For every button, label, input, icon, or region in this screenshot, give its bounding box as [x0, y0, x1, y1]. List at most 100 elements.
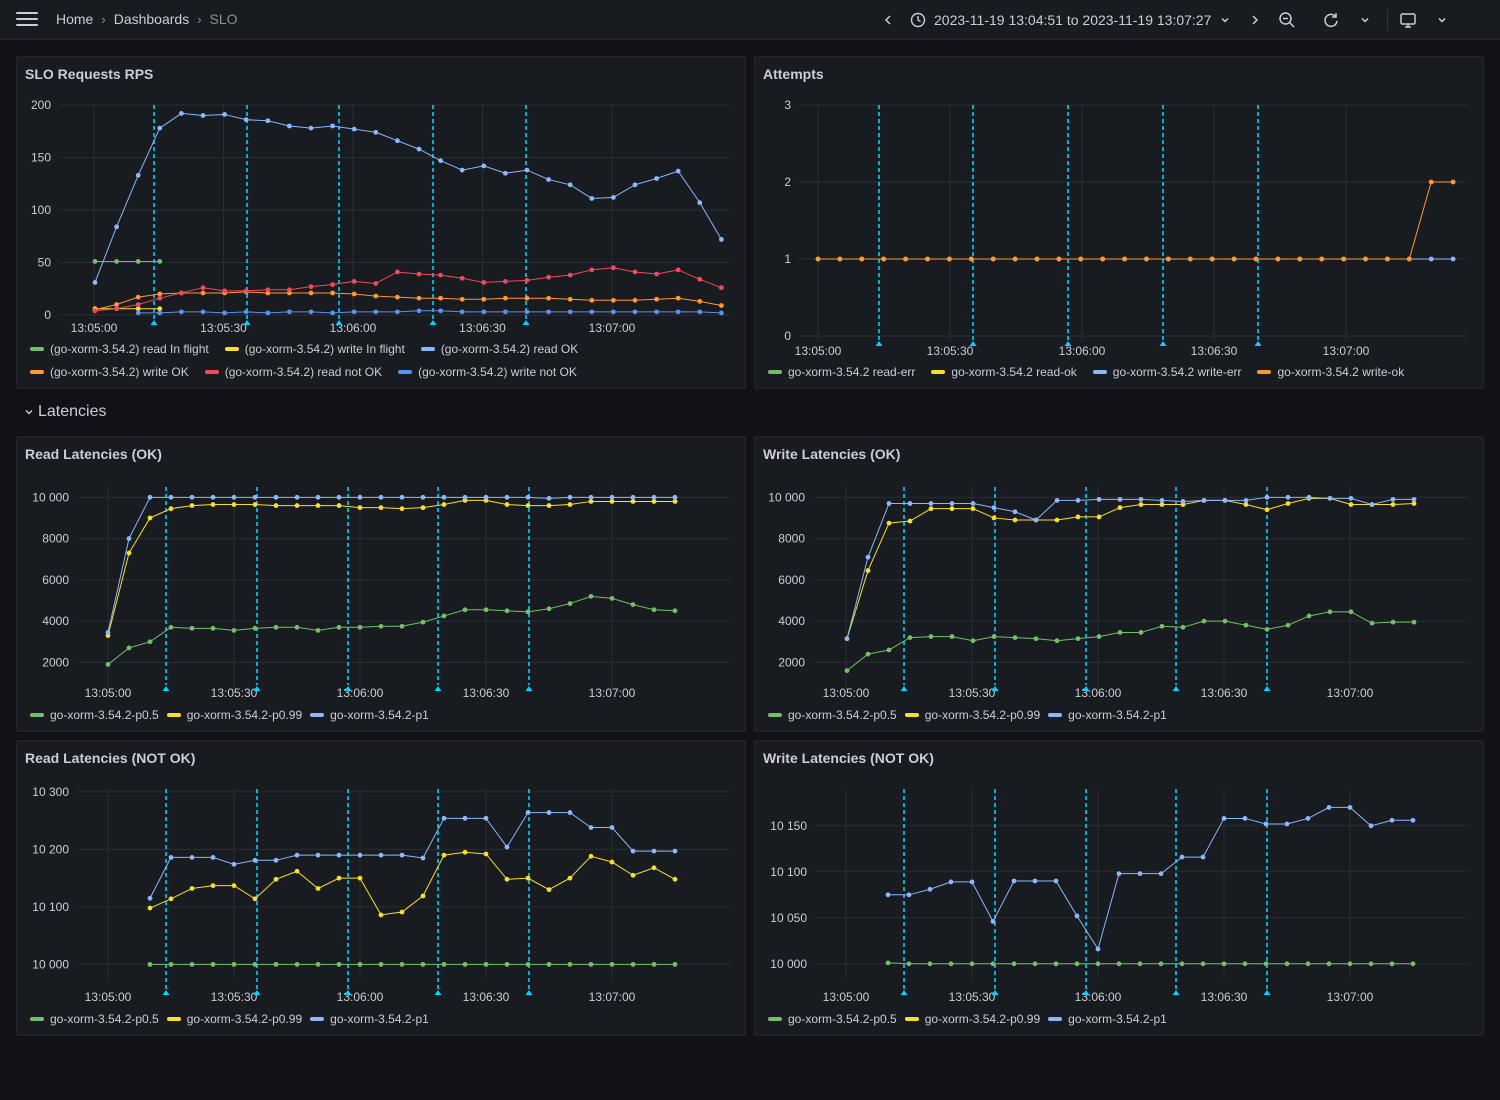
- legend-item[interactable]: (go-xorm-3.54.2) write OK: [30, 364, 189, 379]
- data-point: [483, 851, 489, 857]
- series-line: [107, 496, 675, 633]
- y-tick-label: 10 000: [32, 957, 69, 971]
- legend-item[interactable]: go-xorm-3.54.2-p0.5: [30, 1011, 159, 1026]
- data-point: [611, 297, 616, 303]
- refresh-button[interactable]: [1319, 8, 1343, 32]
- legend-item[interactable]: go-xorm-3.54.2-p1: [310, 1011, 429, 1026]
- data-point: [588, 593, 594, 599]
- legend-item[interactable]: (go-xorm-3.54.2) read OK: [420, 341, 578, 356]
- breadcrumb-home[interactable]: Home: [56, 11, 93, 27]
- chart-legend: go-xorm-3.54.2-p0.5 go-xorm-3.54.2-p0.99 g…: [768, 707, 1468, 722]
- data-point: [719, 303, 724, 308]
- row-latencies[interactable]: Latencies: [24, 403, 107, 421]
- data-point: [420, 505, 426, 511]
- annotation-marker[interactable]: [875, 341, 883, 346]
- data-point: [395, 309, 400, 315]
- annotation-marker[interactable]: [1263, 686, 1271, 691]
- data-point: [630, 872, 636, 878]
- annotation-marker[interactable]: [1254, 341, 1262, 346]
- annotation-marker[interactable]: [900, 686, 908, 691]
- annotation-marker[interactable]: [1159, 341, 1167, 346]
- annotation-marker[interactable]: [1172, 990, 1180, 995]
- legend-item[interactable]: go-xorm-3.54.2-p0.99: [166, 707, 302, 722]
- data-point: [865, 568, 871, 573]
- legend-item[interactable]: go-xorm-3.54.2 read-err: [768, 364, 915, 379]
- data-point: [1253, 256, 1259, 262]
- data-point: [462, 607, 468, 613]
- legend-item[interactable]: go-xorm-3.54.2-p1: [1048, 1011, 1167, 1026]
- data-point: [1179, 961, 1185, 967]
- annotation-marker[interactable]: [1172, 686, 1180, 691]
- data-point: [1285, 622, 1291, 628]
- breadcrumb-dashboards[interactable]: Dashboards: [114, 11, 190, 27]
- chart-attempts: 0 1 2 3 13:05:00 13:05:30 13:06:00 13:06:30 13:0…: [784, 98, 1468, 358]
- panel-slo-requests-rps[interactable]: 0 50 100 150 200 13:05:00 13:05:30 13:06:00 13:0…: [16, 56, 746, 389]
- legend-item[interactable]: go-xorm-3.54.2-p0.99: [166, 1011, 302, 1026]
- panel-read-latencies-ok[interactable]: 2000 4000 6000 8000 10 000 13:05:00 13:05:30 13…: [16, 436, 746, 732]
- annotation-marker[interactable]: [162, 990, 170, 995]
- time-shift-back-button[interactable]: [876, 8, 900, 32]
- menu-icon[interactable]: [16, 12, 38, 28]
- annotation-marker[interactable]: [1263, 990, 1271, 995]
- annotation-marker[interactable]: [434, 686, 442, 691]
- legend-item[interactable]: go-xorm-3.54.2-p0.99: [904, 1011, 1040, 1026]
- annotation-marker[interactable]: [900, 990, 908, 995]
- legend-swatch: [768, 1016, 782, 1021]
- data-point: [243, 288, 249, 294]
- legend-item[interactable]: go-xorm-3.54.2 write-ok: [1257, 364, 1404, 379]
- data-point: [991, 505, 997, 511]
- refresh-interval-dropdown[interactable]: [1353, 8, 1377, 32]
- data-point: [308, 290, 314, 296]
- data-point: [1341, 256, 1346, 262]
- legend-item[interactable]: (go-xorm-3.54.2) write In flight: [224, 341, 405, 356]
- chevron-right-icon: [1252, 15, 1259, 25]
- y-tick-label: 50: [38, 256, 52, 270]
- annotation-marker[interactable]: [434, 990, 442, 995]
- panel-attempts[interactable]: 0 1 2 3 13:05:00 13:05:30 13:06:00 13:06:30 13:0…: [754, 56, 1484, 389]
- data-point: [351, 309, 357, 315]
- legend-item[interactable]: go-xorm-3.54.2-p0.99: [904, 707, 1040, 722]
- legend-item[interactable]: go-xorm-3.54.2 write-err: [1092, 364, 1241, 379]
- annotation-marker[interactable]: [162, 686, 170, 691]
- annotation-marker[interactable]: [150, 320, 158, 325]
- annotation-marker[interactable]: [522, 320, 530, 325]
- data-point: [546, 274, 551, 280]
- x-tick-label: 13:06:00: [330, 321, 377, 335]
- data-point: [1012, 256, 1018, 262]
- legend-item[interactable]: go-xorm-3.54.2-p0.5: [768, 707, 897, 722]
- legend-item[interactable]: (go-xorm-3.54.2) write not OK: [398, 364, 577, 379]
- legend-swatch: [30, 1016, 44, 1021]
- data-point: [287, 309, 292, 315]
- data-point: [438, 158, 443, 164]
- legend-item[interactable]: go-xorm-3.54.2 read-ok: [931, 364, 1077, 379]
- view-mode-dropdown[interactable]: [1430, 8, 1454, 32]
- chevron-right-icon: ›: [101, 11, 106, 27]
- legend-item[interactable]: go-xorm-3.54.2-p1: [310, 707, 429, 722]
- zoom-out-button[interactable]: [1275, 8, 1299, 32]
- data-point: [92, 259, 98, 264]
- legend-item[interactable]: go-xorm-3.54.2-p0.5: [768, 1011, 897, 1026]
- data-point: [1390, 619, 1396, 625]
- data-point: [651, 848, 657, 854]
- legend-item[interactable]: go-xorm-3.54.2-p1: [1048, 707, 1167, 722]
- data-point: [200, 285, 206, 291]
- data-point: [459, 275, 465, 281]
- annotation-marker[interactable]: [525, 686, 533, 691]
- time-shift-forward-button[interactable]: [1243, 8, 1267, 32]
- legend-label: go-xorm-3.54.2-p1: [1068, 1011, 1167, 1026]
- legend-swatch: [1257, 369, 1272, 374]
- data-point: [672, 499, 678, 504]
- data-point: [168, 506, 174, 512]
- tv-mode-button[interactable]: [1396, 8, 1420, 32]
- annotation-marker[interactable]: [525, 990, 533, 995]
- panel-read-latencies-not-ok[interactable]: 10 000 10 100 10 200 10 300 13:05:00 13:05:30…: [16, 740, 746, 1036]
- chart-legend: go-xorm-3.54.2-p0.5 go-xorm-3.54.2-p0.99 g…: [30, 707, 730, 722]
- legend-item[interactable]: (go-xorm-3.54.2) read In flight: [30, 341, 209, 356]
- panel-write-latencies-not-ok[interactable]: 10 000 10 050 10 100 10 150 13:05:00 13:05:30…: [754, 740, 1484, 1036]
- legend-item[interactable]: go-xorm-3.54.2-p0.5: [30, 707, 159, 722]
- legend-item[interactable]: (go-xorm-3.54.2) read not OK: [204, 364, 382, 379]
- data-point: [378, 912, 384, 918]
- panel-write-latencies-ok[interactable]: 2000 4000 6000 8000 10 000 13:05:00 13:05:30 13…: [754, 436, 1484, 732]
- annotation-marker[interactable]: [429, 320, 437, 325]
- time-range-picker[interactable]: 2023-11-19 13:04:51 to 2023-11-19 13:07:…: [910, 12, 1231, 28]
